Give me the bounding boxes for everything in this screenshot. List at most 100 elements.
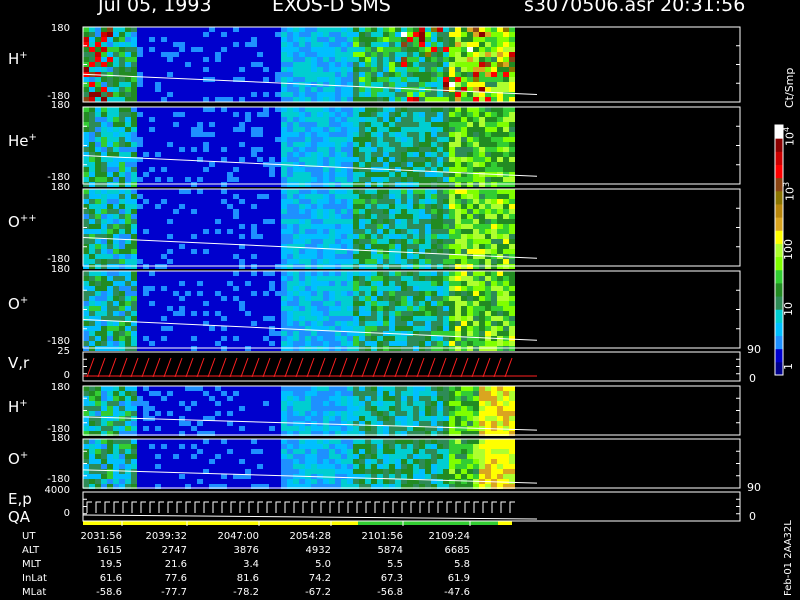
spectrogram-cell bbox=[455, 239, 461, 244]
spectrogram-cell bbox=[239, 426, 245, 431]
spectrogram-cell bbox=[347, 316, 353, 321]
spectrogram-cell bbox=[215, 127, 221, 132]
spectrogram-cell bbox=[371, 137, 377, 142]
spectrogram-cell bbox=[401, 132, 407, 137]
spectrogram-cell bbox=[239, 152, 245, 157]
spectrogram-cell bbox=[233, 107, 239, 112]
spectrogram-cell bbox=[323, 132, 329, 137]
spectrogram-cell bbox=[425, 189, 431, 194]
spectrogram-cell bbox=[239, 311, 245, 316]
spectrogram-cell bbox=[215, 47, 221, 52]
spectrogram-cell bbox=[311, 77, 317, 82]
spectrogram-cell bbox=[449, 77, 455, 82]
spectrogram-cell bbox=[479, 219, 485, 224]
spectrogram-cell bbox=[239, 177, 245, 182]
spectrogram-cell bbox=[503, 112, 509, 117]
spectrogram-cell bbox=[89, 67, 95, 72]
spectrogram-cell bbox=[221, 92, 227, 97]
spectrogram-cell bbox=[239, 291, 245, 296]
spectrogram-cell bbox=[269, 189, 275, 194]
spectrogram-cell bbox=[377, 311, 383, 316]
spectrogram-cell bbox=[365, 301, 371, 306]
spectrogram-cell bbox=[443, 224, 449, 229]
spectrogram-cell bbox=[509, 72, 515, 77]
spectrogram-cell bbox=[251, 249, 257, 254]
spectrogram-cell bbox=[233, 311, 239, 316]
spectrogram-cell bbox=[155, 92, 161, 97]
spectrogram-cell bbox=[143, 391, 149, 396]
spectrogram-cell bbox=[89, 194, 95, 199]
spectrogram-cell bbox=[107, 411, 113, 416]
spectrogram-cell bbox=[431, 276, 437, 281]
spectrogram-cell bbox=[125, 341, 131, 346]
spectrogram-cell bbox=[305, 271, 311, 276]
spectrogram-cell bbox=[347, 271, 353, 276]
spectrogram-cell bbox=[347, 27, 353, 32]
spectrogram-cell bbox=[119, 57, 125, 62]
spectrogram-cell bbox=[233, 32, 239, 37]
spectrogram-cell bbox=[161, 167, 167, 172]
spectrogram-cell bbox=[167, 224, 173, 229]
spectrogram-cell bbox=[197, 244, 203, 249]
spectrogram-cell bbox=[287, 204, 293, 209]
spectrogram-cell bbox=[377, 259, 383, 264]
spectrogram-cell bbox=[461, 259, 467, 264]
spectrogram-cell bbox=[179, 276, 185, 281]
spectrogram-cell bbox=[161, 32, 167, 37]
spectrogram-cell bbox=[479, 112, 485, 117]
spectrogram-cell bbox=[317, 112, 323, 117]
spectrogram-cell bbox=[173, 209, 179, 214]
spectrogram-cell bbox=[161, 107, 167, 112]
spectrogram-cell bbox=[341, 117, 347, 122]
spectrogram-cell bbox=[185, 122, 191, 127]
spectrogram-cell bbox=[329, 72, 335, 77]
spectrogram-cell bbox=[191, 47, 197, 52]
spectrogram-cell bbox=[425, 27, 431, 32]
spectrogram-cell bbox=[233, 62, 239, 67]
spectrogram-cell bbox=[197, 224, 203, 229]
spectrogram-cell bbox=[239, 137, 245, 142]
spectrogram-cell bbox=[215, 112, 221, 117]
spectrogram-cell bbox=[149, 137, 155, 142]
spectrogram-cell bbox=[305, 341, 311, 346]
spectrogram-cell bbox=[251, 229, 257, 234]
spectrogram-cell bbox=[473, 331, 479, 336]
spectrogram-cell bbox=[257, 189, 263, 194]
spectrogram-cell bbox=[161, 47, 167, 52]
spectrogram-cell bbox=[293, 189, 299, 194]
spectrogram-cell bbox=[275, 77, 281, 82]
spectrogram-cell bbox=[401, 42, 407, 47]
spectrogram-cell bbox=[329, 142, 335, 147]
spectrogram-cell bbox=[89, 271, 95, 276]
spectrogram-cell bbox=[443, 209, 449, 214]
spectrogram-cell bbox=[461, 67, 467, 72]
spectrogram-cell bbox=[167, 391, 173, 396]
spectrogram-cell bbox=[437, 47, 443, 52]
spectrogram-cell bbox=[461, 162, 467, 167]
spectrogram-cell bbox=[269, 177, 275, 182]
spectrogram-cell bbox=[383, 62, 389, 67]
spectrogram-cell bbox=[209, 97, 215, 102]
spectrogram-cell bbox=[347, 214, 353, 219]
spectrogram-cell bbox=[221, 189, 227, 194]
spectrogram-cell bbox=[323, 249, 329, 254]
spectrogram-cell bbox=[359, 37, 365, 42]
spectrogram-cell bbox=[299, 286, 305, 291]
spectrogram-cell bbox=[353, 117, 359, 122]
spectrogram-cell bbox=[89, 37, 95, 42]
spectrogram-cell bbox=[167, 209, 173, 214]
spectrogram-cell bbox=[257, 194, 263, 199]
spectrogram-cell bbox=[89, 172, 95, 177]
spectrogram-cell bbox=[305, 92, 311, 97]
spectrogram-cell bbox=[269, 336, 275, 341]
spectrogram-cell bbox=[149, 127, 155, 132]
spectrogram-cell bbox=[395, 42, 401, 47]
spectrogram-cell bbox=[431, 306, 437, 311]
spectrogram-cell bbox=[341, 152, 347, 157]
spectrogram-cell bbox=[191, 27, 197, 32]
spectrogram-cell bbox=[479, 271, 485, 276]
spectrogram-cell bbox=[167, 276, 173, 281]
spectrogram-cell bbox=[383, 72, 389, 77]
spectrogram-cell bbox=[257, 72, 263, 77]
spectrogram-cell bbox=[227, 224, 233, 229]
